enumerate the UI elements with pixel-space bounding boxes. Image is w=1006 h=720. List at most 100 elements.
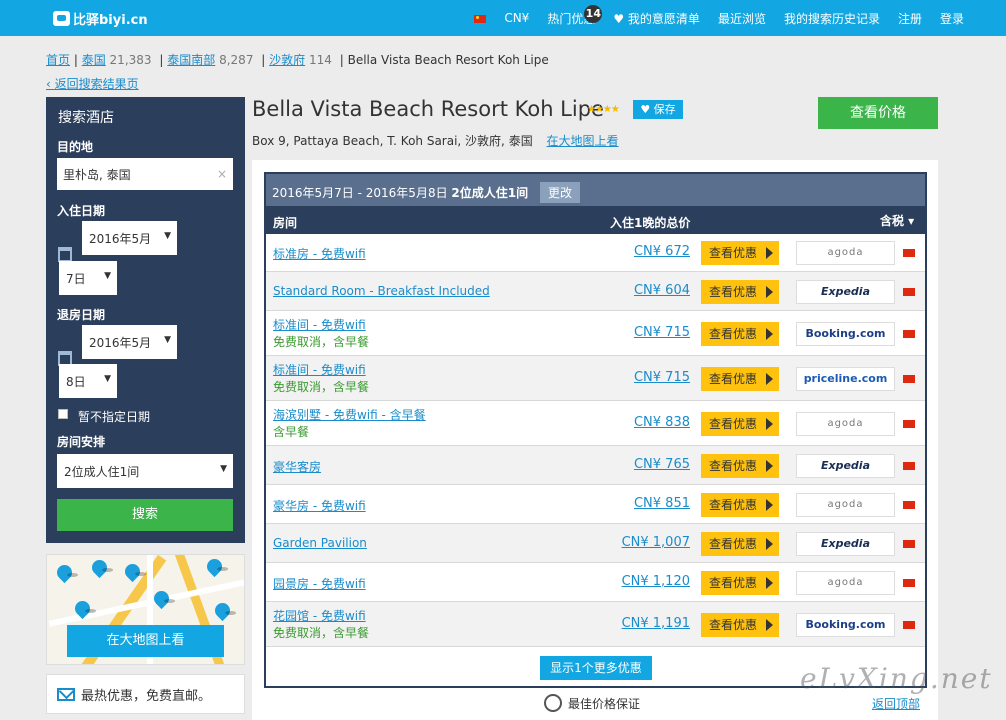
china-flag-icon (903, 420, 915, 428)
room-cell: 海滨别墅 - 免费wifi - 含早餐 含早餐 (273, 406, 426, 440)
price-link[interactable]: CN¥ 672 (634, 244, 690, 259)
deal-row: 园景房 - 免费wifi CN¥ 1,120 查看优惠 agoda (266, 563, 925, 602)
room-name-link[interactable]: 豪华房 - 免费wifi (273, 499, 366, 513)
nav-recent[interactable]: 最近浏览 (718, 10, 766, 27)
crumb-separator: | (261, 53, 266, 67)
price-link[interactable]: CN¥ 715 (634, 325, 690, 340)
price-link[interactable]: CN¥ 765 (634, 457, 690, 472)
nav-login[interactable]: 登录 (940, 10, 964, 27)
vendor-logo[interactable]: Booking.com (796, 322, 895, 346)
mini-map[interactable]: 在大地图上看 (46, 554, 245, 665)
back-to-results-link[interactable]: ‹ 返回搜索结果页 (46, 77, 139, 91)
checkout-day-value: 8日 (66, 375, 86, 389)
promo-box[interactable]: 最热优惠，免费直邮。 (46, 674, 245, 714)
room-name-link[interactable]: Standard Room - Breakfast Included (273, 284, 490, 298)
guests-summary: 2位成人住1间 (451, 186, 529, 200)
destination-input[interactable]: 里朴岛, 泰国 × (57, 158, 233, 190)
site-logo[interactable]: 比驿biyi.cn (53, 9, 148, 28)
vendor-logo[interactable]: agoda (796, 412, 895, 436)
room-name-link[interactable]: 标准间 - 免费wifi (273, 363, 366, 377)
room-name-link[interactable]: 标准间 - 免费wifi (273, 318, 366, 332)
price-link[interactable]: CN¥ 715 (634, 370, 690, 385)
china-flag-icon (903, 501, 915, 509)
check-price-button[interactable]: 查看价格 (818, 97, 938, 129)
promo-text: 最热优惠，免费直邮。 (81, 688, 212, 704)
view-deal-button[interactable]: 查看优惠 (701, 454, 779, 478)
tax-toggle[interactable]: 含税 ▾ (880, 212, 914, 229)
logo-text: 比驿biyi.cn (73, 13, 148, 28)
room-name-link[interactable]: 豪华客房 (273, 460, 321, 474)
search-button[interactable]: 搜索 (57, 499, 233, 531)
nav-wishlist[interactable]: ♥ 我的意愿清单 (613, 10, 700, 27)
crumb-province[interactable]: 沙敦府 (269, 53, 305, 67)
logo-icon (53, 11, 70, 26)
checkin-day-value: 7日 (66, 272, 86, 286)
show-more-deals-button[interactable]: 显示1个更多优惠 (540, 656, 652, 680)
deal-row: 豪华客房 CN¥ 765 查看优惠 Expedia (266, 446, 925, 485)
view-large-map-button[interactable]: 在大地图上看 (67, 625, 224, 657)
vendor-logo[interactable]: Expedia (796, 454, 895, 478)
crumb-separator: | (339, 53, 344, 67)
crumb-country[interactable]: 泰国 (82, 53, 106, 67)
checkout-day-select[interactable]: 8日 ▼ (59, 364, 117, 398)
no-dates-checkbox[interactable] (58, 409, 68, 419)
vendor-logo[interactable]: agoda (796, 493, 895, 517)
currency-selector[interactable]: CN¥ (504, 11, 529, 25)
view-deal-button[interactable]: 查看优惠 (701, 367, 779, 391)
vendor-logo[interactable]: Booking.com (796, 613, 895, 637)
view-deal-button[interactable]: 查看优惠 (701, 571, 779, 595)
checkout-month-select[interactable]: 2016年5月 ▼ (82, 325, 177, 359)
rooms-label: 房间安排 (57, 435, 106, 449)
nav-register[interactable]: 注册 (898, 10, 922, 27)
room-perks: 含早餐 (273, 425, 310, 439)
vendor-logo[interactable]: agoda (796, 241, 895, 265)
china-flag-icon (903, 462, 915, 470)
clear-icon[interactable]: × (217, 167, 227, 181)
chevron-down-icon: ▼ (164, 335, 171, 345)
crumb-region[interactable]: 泰国南部 (167, 53, 215, 67)
star-rating: ★★★★ (587, 104, 620, 115)
col-price: 入住1晚的总价 (610, 216, 691, 230)
calendar-icon[interactable] (58, 247, 72, 262)
vendor-logo[interactable]: Expedia (796, 532, 895, 556)
save-button[interactable]: ♥ 保存 (633, 100, 683, 119)
checkin-month-select[interactable]: 2016年5月 ▼ (82, 221, 177, 255)
nav-search-history[interactable]: 我的搜索历史记录 (784, 10, 880, 27)
chevron-down-icon: ▼ (220, 464, 227, 474)
view-deal-button[interactable]: 查看优惠 (701, 322, 779, 346)
rooms-select[interactable]: 2位成人住1间 ▼ (57, 454, 233, 488)
view-deal-button[interactable]: 查看优惠 (701, 280, 779, 304)
back-to-top-link[interactable]: 返回顶部 (872, 695, 920, 712)
nav-hot-deals[interactable]: 热门优惠 14 (547, 4, 603, 27)
change-dates-button[interactable]: 更改 (539, 182, 580, 203)
view-deal-button[interactable]: 查看优惠 (701, 412, 779, 436)
crumb-home[interactable]: 首页 (46, 53, 70, 67)
map-pin-icon (211, 599, 234, 622)
room-name-link[interactable]: 园景房 - 免费wifi (273, 577, 366, 591)
vendor-logo[interactable]: priceline.com (796, 367, 895, 391)
view-map-link[interactable]: 在大地图上看 (547, 134, 619, 148)
room-name-link[interactable]: 标准房 - 免费wifi (273, 247, 366, 261)
price-guarantee[interactable]: 最佳价格保证 (544, 694, 640, 712)
price-link[interactable]: CN¥ 838 (634, 415, 690, 430)
price-link[interactable]: CN¥ 851 (634, 496, 690, 511)
price-link[interactable]: CN¥ 1,191 (622, 616, 690, 631)
price-link[interactable]: CN¥ 1,007 (622, 535, 690, 550)
price-link[interactable]: CN¥ 1,120 (622, 574, 690, 589)
view-deal-button[interactable]: 查看优惠 (701, 241, 779, 265)
vendor-logo[interactable]: agoda (796, 571, 895, 595)
crumb-province-count: 114 (309, 53, 332, 67)
map-pin-icon (88, 556, 111, 579)
room-name-link[interactable]: 海滨别墅 - 免费wifi - 含早餐 (273, 408, 426, 422)
room-name-link[interactable]: 花园馆 - 免费wifi (273, 609, 366, 623)
room-cell: Garden Pavilion (273, 536, 367, 550)
price-link[interactable]: CN¥ 604 (634, 283, 690, 298)
room-name-link[interactable]: Garden Pavilion (273, 536, 367, 550)
view-deal-button[interactable]: 查看优惠 (701, 613, 779, 637)
language-flag[interactable] (474, 11, 487, 25)
vendor-logo[interactable]: Expedia (796, 280, 895, 304)
search-title: 搜索酒店 (58, 110, 114, 126)
view-deal-button[interactable]: 查看优惠 (701, 532, 779, 556)
checkin-day-select[interactable]: 7日 ▼ (59, 261, 117, 295)
view-deal-button[interactable]: 查看优惠 (701, 493, 779, 517)
